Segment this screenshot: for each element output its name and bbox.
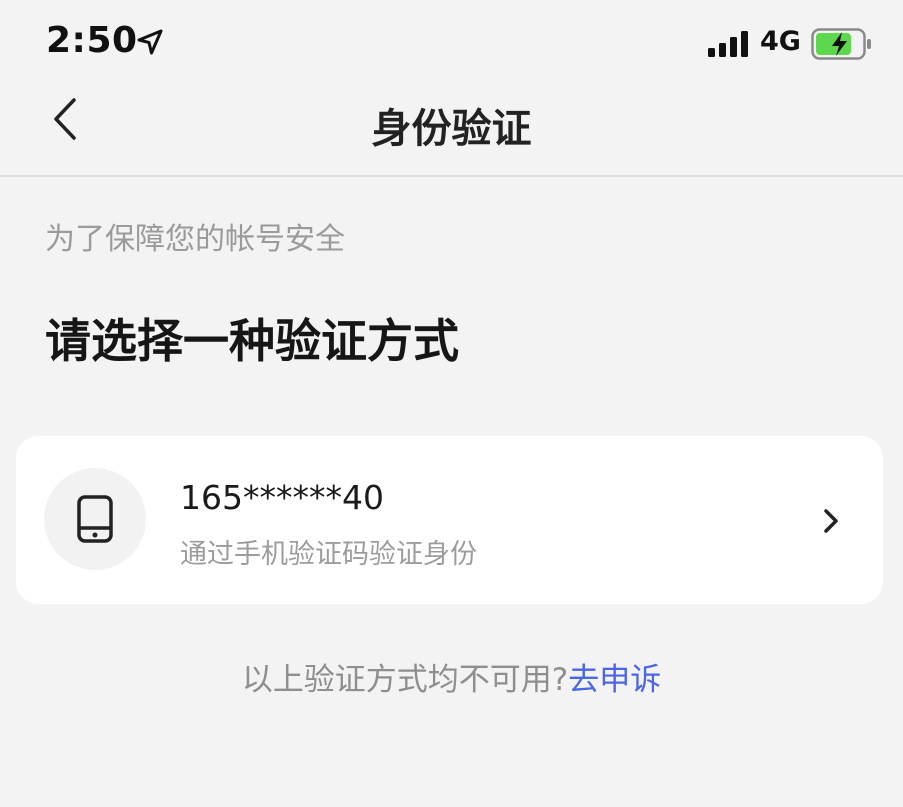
navigation-bar: 身份验证 (0, 88, 903, 177)
page-title: 身份验证 (371, 106, 532, 152)
option-description: 通过手机验证码验证身份 (180, 539, 477, 570)
mobile-phone-icon (77, 495, 113, 543)
appeal-link[interactable]: 去申诉 (568, 662, 661, 698)
footer-text: 以上验证方式均不可用? (241, 662, 569, 698)
signal-strength-icon (708, 31, 748, 57)
masked-phone-number: 165******40 (180, 478, 384, 517)
status-bar: 2:50 4G (0, 0, 903, 88)
phone-verification-option[interactable]: 165******40 通过手机验证码验证身份 (16, 436, 883, 604)
verification-heading: 请选择一种验证方式 (45, 314, 459, 368)
chevron-right-icon (824, 509, 838, 533)
location-arrow-icon (137, 29, 163, 55)
phone-icon-circle (44, 468, 146, 570)
security-subtitle: 为了保障您的帐号安全 (45, 222, 345, 257)
footer-note: 以上验证方式均不可用?去申诉 (0, 654, 903, 699)
status-time: 2:50 (46, 20, 138, 61)
network-type: 4G (760, 26, 801, 57)
battery-charging-icon (811, 28, 871, 60)
